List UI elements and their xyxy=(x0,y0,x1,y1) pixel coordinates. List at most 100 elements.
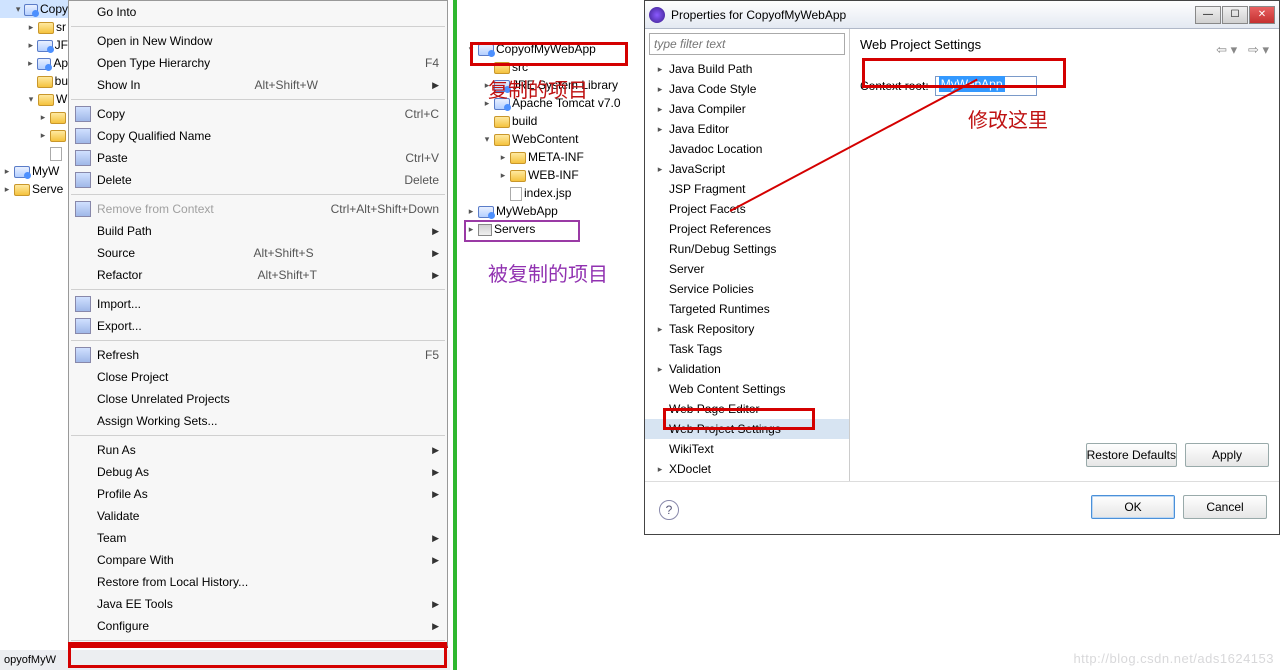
cancel-button[interactable]: Cancel xyxy=(1183,495,1267,519)
menu-item-close-project[interactable]: Close Project xyxy=(69,366,447,388)
category-java-build-path[interactable]: Java Build Path xyxy=(645,59,849,79)
tree-item[interactable]: sr xyxy=(0,18,68,36)
close-button[interactable]: ✕ xyxy=(1249,6,1275,24)
category-java-editor[interactable]: Java Editor xyxy=(645,119,849,139)
tree-twisty xyxy=(26,76,35,86)
tree-twisty[interactable] xyxy=(498,170,508,180)
ok-button[interactable]: OK xyxy=(1091,495,1175,519)
tree-twisty[interactable] xyxy=(26,22,36,32)
menu-item-configure[interactable]: Configure▶ xyxy=(69,615,447,637)
tree-twisty[interactable] xyxy=(655,84,665,94)
tree-twisty[interactable] xyxy=(38,130,48,140)
menu-item-run-as[interactable]: Run As▶ xyxy=(69,439,447,461)
nav-arrows[interactable]: ⇦ ▾ ⇨ ▾ xyxy=(1216,42,1269,58)
category-xdoclet[interactable]: XDoclet xyxy=(645,459,849,479)
dialog-titlebar[interactable]: Properties for CopyofMyWebApp — ☐ ✕ xyxy=(645,1,1279,29)
tree-item[interactable]: WebContent xyxy=(462,130,640,148)
folder-icon xyxy=(14,184,30,196)
tree-twisty[interactable] xyxy=(655,104,665,114)
category-jsp-fragment[interactable]: JSP Fragment xyxy=(645,179,849,199)
menu-item-import-[interactable]: Import... xyxy=(69,293,447,315)
tree-twisty[interactable] xyxy=(498,152,508,162)
submenu-arrow-icon: ▶ xyxy=(432,467,439,478)
category-label: Server xyxy=(669,262,704,276)
tree-twisty[interactable] xyxy=(655,464,665,474)
tree-item[interactable]: build xyxy=(462,112,640,130)
menu-item-open-type-hierarchy[interactable]: Open Type HierarchyF4 xyxy=(69,52,447,74)
menu-item-export-[interactable]: Export... xyxy=(69,315,447,337)
menu-item-source[interactable]: SourceAlt+Shift+S▶ xyxy=(69,242,447,264)
tree-item[interactable]: JF xyxy=(0,36,68,54)
menu-label: Open Type Hierarchy xyxy=(97,56,210,70)
tree-twisty[interactable] xyxy=(14,4,22,14)
tree-item[interactable]: Serve xyxy=(0,180,68,198)
tree-item[interactable]: W xyxy=(0,90,68,108)
tree-twisty[interactable] xyxy=(466,206,476,216)
category-task-tags[interactable]: Task Tags xyxy=(645,339,849,359)
tree-twisty[interactable] xyxy=(26,40,35,50)
tree-item[interactable]: WEB-INF xyxy=(462,166,640,184)
menu-item-validate[interactable]: Validate xyxy=(69,505,447,527)
menu-item-delete[interactable]: DeleteDelete xyxy=(69,169,447,191)
tree-twisty[interactable] xyxy=(2,184,12,194)
tree-twisty[interactable] xyxy=(2,166,12,176)
apply-button[interactable]: Apply xyxy=(1185,443,1269,467)
tree-twisty[interactable] xyxy=(655,124,665,134)
tree-item[interactable] xyxy=(0,144,68,162)
category-service-policies[interactable]: Service Policies xyxy=(645,279,849,299)
category-task-repository[interactable]: Task Repository xyxy=(645,319,849,339)
tree-twisty[interactable] xyxy=(38,112,48,122)
tree-twisty xyxy=(655,144,665,154)
menu-item-copy-qualified-name[interactable]: Copy Qualified Name xyxy=(69,125,447,147)
menu-item-open-in-new-window[interactable]: Open in New Window xyxy=(69,30,447,52)
tree-twisty[interactable] xyxy=(482,134,492,144)
category-server[interactable]: Server xyxy=(645,259,849,279)
tree-twisty[interactable] xyxy=(26,94,36,104)
category-validation[interactable]: Validation xyxy=(645,359,849,379)
tree-item[interactable]: index.jsp xyxy=(462,184,640,202)
menu-item-profile-as[interactable]: Profile As▶ xyxy=(69,483,447,505)
menu-item-refactor[interactable]: RefactorAlt+Shift+T▶ xyxy=(69,264,447,286)
menu-item-team[interactable]: Team▶ xyxy=(69,527,447,549)
menu-item-paste[interactable]: PasteCtrl+V xyxy=(69,147,447,169)
tree-item[interactable] xyxy=(0,126,68,144)
category-java-compiler[interactable]: Java Compiler xyxy=(645,99,849,119)
category-wikitext[interactable]: WikiText xyxy=(645,439,849,459)
menu-item-build-path[interactable]: Build Path▶ xyxy=(69,220,447,242)
maximize-button[interactable]: ☐ xyxy=(1222,6,1248,24)
menu-item-compare-with[interactable]: Compare With▶ xyxy=(69,549,447,571)
tree-twisty[interactable] xyxy=(655,364,665,374)
tree-twisty[interactable] xyxy=(655,164,665,174)
tree-item[interactable]: Ap xyxy=(0,54,68,72)
restore-defaults-button[interactable]: Restore Defaults xyxy=(1086,443,1177,467)
category-run-debug-settings[interactable]: Run/Debug Settings xyxy=(645,239,849,259)
tree-item[interactable]: bu xyxy=(0,72,68,90)
category-java-code-style[interactable]: Java Code Style xyxy=(645,79,849,99)
menu-item-show-in[interactable]: Show InAlt+Shift+W▶ xyxy=(69,74,447,96)
tree-twisty[interactable] xyxy=(655,324,665,334)
category-label: Service Policies xyxy=(669,282,754,296)
tree-item[interactable]: MyWebApp xyxy=(462,202,640,220)
category-targeted-runtimes[interactable]: Targeted Runtimes xyxy=(645,299,849,319)
tree-item[interactable]: MyW xyxy=(0,162,68,180)
menu-item-restore-from-local-history-[interactable]: Restore from Local History... xyxy=(69,571,447,593)
filter-input[interactable] xyxy=(649,33,845,55)
tree-twisty[interactable] xyxy=(26,58,35,68)
tree-item[interactable]: Copy xyxy=(0,0,68,18)
minimize-button[interactable]: — xyxy=(1195,6,1221,24)
menu-item-go-into[interactable]: Go Into xyxy=(69,1,447,23)
menu-item-refresh[interactable]: RefreshF5 xyxy=(69,344,447,366)
category-project-references[interactable]: Project References xyxy=(645,219,849,239)
category-web-content-settings[interactable]: Web Content Settings xyxy=(645,379,849,399)
menu-item-assign-working-sets-[interactable]: Assign Working Sets... xyxy=(69,410,447,432)
tree-twisty[interactable] xyxy=(655,64,665,74)
menu-item-debug-as[interactable]: Debug As▶ xyxy=(69,461,447,483)
menu-shortcut: Alt+Shift+W xyxy=(255,78,318,92)
menu-item-close-unrelated-projects[interactable]: Close Unrelated Projects xyxy=(69,388,447,410)
tree-item[interactable] xyxy=(0,108,68,126)
tree-item[interactable]: META-INF xyxy=(462,148,640,166)
help-icon[interactable]: ? xyxy=(659,500,679,520)
menu-item-java-ee-tools[interactable]: Java EE Tools▶ xyxy=(69,593,447,615)
category-javadoc-location[interactable]: Javadoc Location xyxy=(645,139,849,159)
menu-item-copy[interactable]: CopyCtrl+C xyxy=(69,103,447,125)
